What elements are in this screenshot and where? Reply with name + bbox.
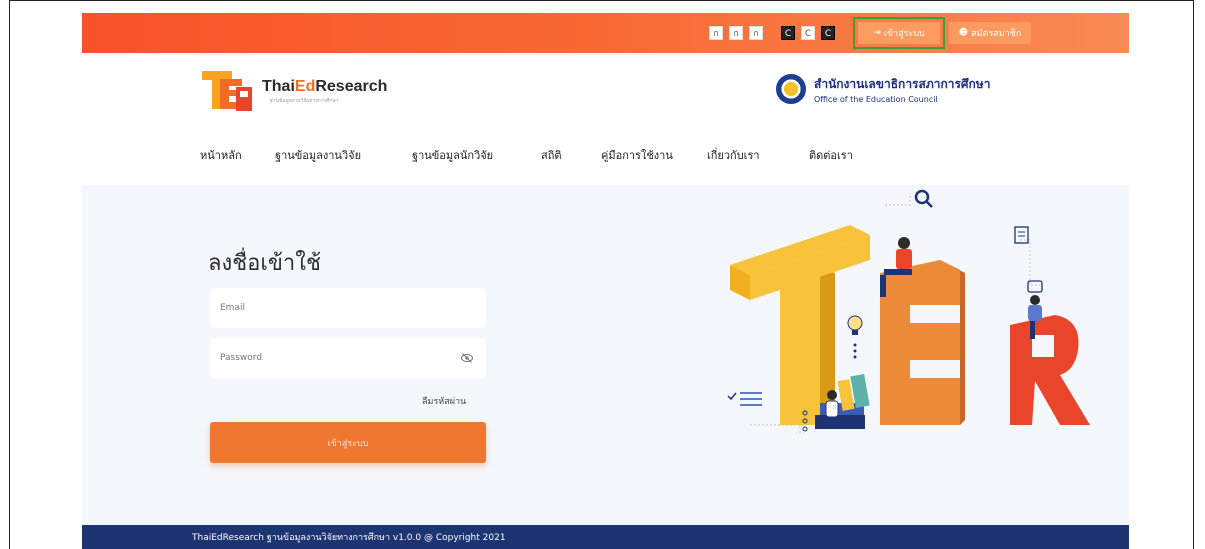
email-input[interactable] [220,303,440,313]
forgot-password-link[interactable]: ลืมรหัสผ่าน [422,394,466,408]
ter-logo-icon [200,65,256,117]
nav-item-research-db[interactable]: ฐานข้อมูลงานวิจัย [275,146,412,164]
login-submit-button[interactable]: เข้าสู่ระบบ [210,422,486,463]
office-name-th: สำนักงานเลขาธิการสภาการศึกษา [814,76,991,91]
register-button[interactable]: ☻ สมัครสมาชิก [949,22,1031,44]
nav-item-home[interactable]: หน้าหลัก [200,146,275,164]
eye-slash-icon[interactable] [460,351,474,365]
logo-text: ThaiEdResearch ฐานข้อมูลงานวิจัยทางการศึ… [262,78,387,105]
nav-item-about[interactable]: เกี่ยวกับเรา [707,146,809,164]
main-nav: หน้าหลัก ฐานข้อมูลงานวิจัย ฐานข้อมูลนักว… [200,146,879,164]
office-branding: สำนักงานเลขาธิการสภาการศึกษา Office of t… [776,74,990,104]
nav-item-researcher-db[interactable]: ฐานข้อมูลนักวิจัย [412,146,541,164]
top-bar: ก ก ก C C C ⇥ เข้าสู่ระบบ ☻ สมัครสมาชิก [82,13,1129,53]
magnifier-icon [914,189,933,208]
contrast-button-1[interactable]: C [781,26,795,40]
user-icon: ☻ [958,28,969,38]
logo-subtitle: ฐานข้อมูลงานวิจัยทางการศึกษา [270,97,339,104]
password-field[interactable] [210,338,486,378]
site-logo[interactable]: ThaiEdResearch ฐานข้อมูลงานวิจัยทางการศึ… [200,65,387,117]
checklist-icon [727,392,762,406]
password-input[interactable] [220,353,440,363]
logo-title: ThaiEdResearch [262,77,388,95]
office-seal-icon [776,74,806,104]
office-text: สำนักงานเลขาธิการสภาการศึกษา Office of t… [814,75,990,104]
font-size-large-button[interactable]: ก [749,26,763,40]
office-name-en: Office of the Education Council [814,94,938,104]
nav-item-contact[interactable]: ติดต่อเรา [809,146,879,164]
font-size-medium-button[interactable]: ก [729,26,743,40]
contrast-button-3[interactable]: C [821,26,835,40]
footer-copyright: ThaiEdResearch ฐานข้อมูลงานวิจัยทางการศึ… [192,533,506,543]
document-icon [1014,226,1029,244]
lightbulb-icon [847,315,863,359]
font-size-small-button[interactable]: ก [709,26,723,40]
top-login-label: เข้าสู่ระบบ [883,29,925,39]
sign-in-icon: ⇥ [873,28,881,38]
ter-illustration [727,189,1090,435]
email-field[interactable] [210,288,486,328]
top-login-button[interactable]: ⇥ เข้าสู่ระบบ [858,22,940,44]
contrast-button-2[interactable]: C [801,26,815,40]
nav-item-statistics[interactable]: สถิติ [541,146,601,164]
footer-bar: ThaiEdResearch ฐานข้อมูลงานวิจัยทางการศึ… [82,525,1129,549]
login-highlight-box: ⇥ เข้าสู่ระบบ [853,17,945,49]
login-title: ลงชื่อเข้าใช้ [208,251,321,276]
register-label: สมัครสมาชิก [971,29,1022,39]
nav-item-manual[interactable]: คู่มือการใช้งาน [601,146,707,164]
